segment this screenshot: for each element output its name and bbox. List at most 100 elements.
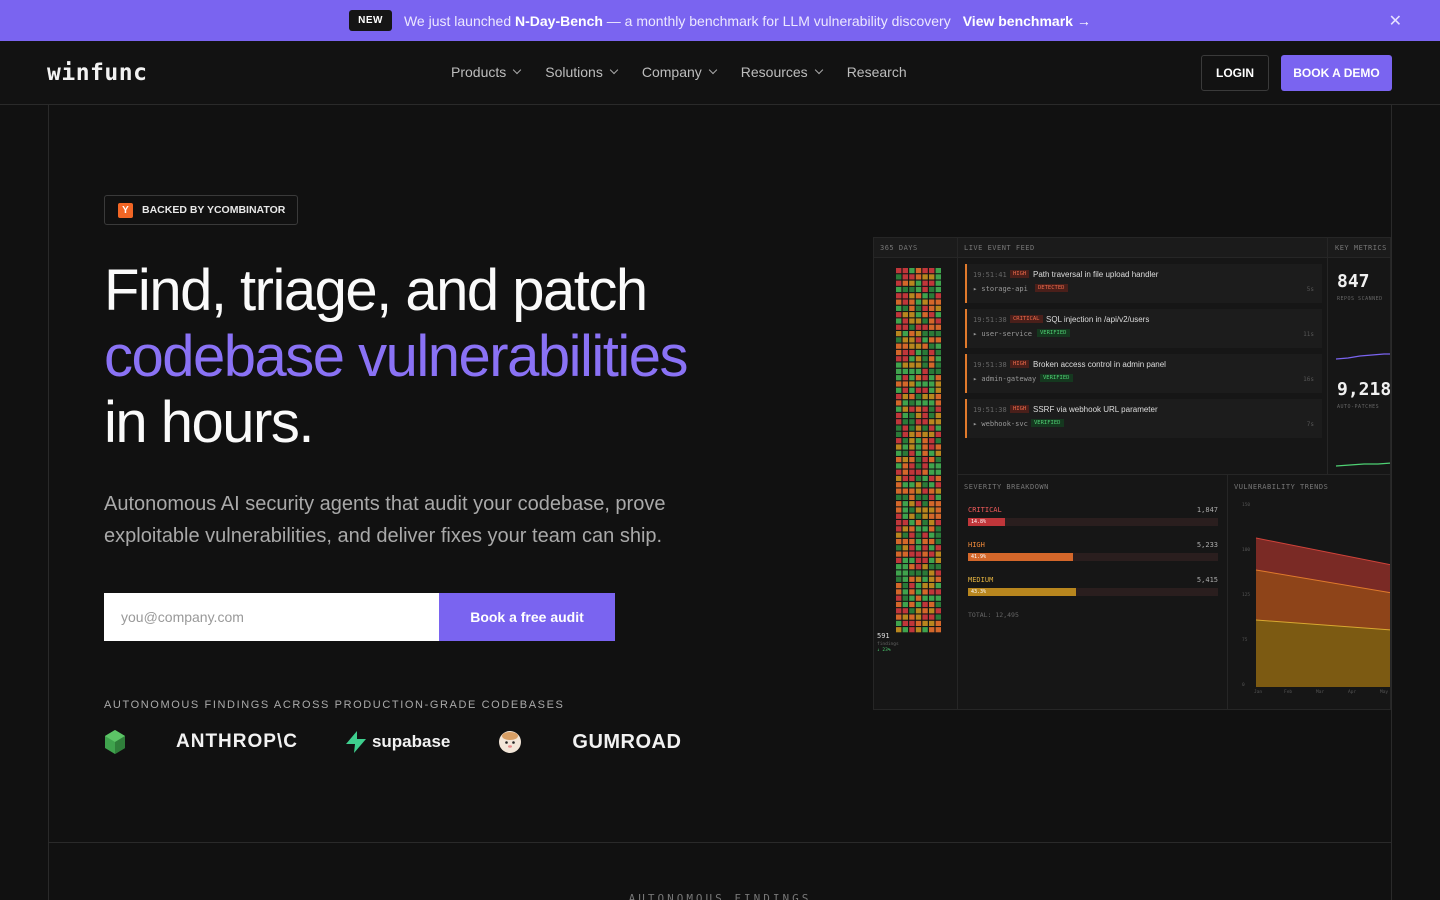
nav-company-label: Company [641,64,702,80]
heatmap-cell [935,412,941,419]
heatmap-cell [896,513,902,519]
book-demo-button[interactable]: BOOK A DEMO [1281,55,1392,91]
heatmap-cell [909,583,915,589]
severity-high-label: HIGH [968,541,985,549]
event-service: ▸ webhook-svc [973,420,1028,428]
heatmap-cell [902,463,908,469]
announcement-suffix: — a monthly benchmark for LLM vulnerabil… [602,12,951,29]
heatmap-cell [909,595,915,601]
heatmap-cell [915,312,922,318]
heatmap-cell [922,583,928,589]
severity-critical-bar: 14.8% [968,518,1005,526]
heatmap-cell [909,457,915,463]
heatmap-cell [896,482,902,488]
heatmap-cell [902,507,908,513]
view-benchmark-link[interactable]: View benchmark → [963,13,1091,29]
heatmap-cell [922,362,928,368]
heatmap-cell [935,356,941,362]
heatmap-cell [922,331,928,337]
heatmap-cell [896,526,902,532]
heatmap-cell [909,601,915,608]
book-free-audit-button[interactable]: Book a free audit [439,593,615,641]
heatmap-cell [902,557,908,563]
supabase-wordmark: supabase [371,732,451,751]
heatmap-cell [935,614,941,620]
event-item[interactable]: 19:51:38 HIGH Broken access control in a… [965,354,1322,393]
severity-medium-label: MEDIUM [968,576,994,584]
event-status: VERIFIED [1040,374,1073,382]
nav-resources[interactable]: Resources [741,64,823,80]
heatmap-cell [935,444,941,450]
heatmap-cell [902,331,908,337]
heatmap-cell [935,608,941,614]
close-icon[interactable]: ✕ [1389,11,1402,31]
heatmap-cell [909,268,915,274]
heatmap-cell [929,406,935,412]
trends-xtick: Feb [1284,689,1292,695]
event-service: ▸ user-service [973,330,1033,338]
heatmap-cell [909,362,915,368]
heatmap-cell [902,349,908,356]
heatmap-cell [909,312,915,318]
nav-research[interactable]: Research [847,64,907,80]
heatmap-cell [902,551,908,557]
heatmap-cell [935,419,941,425]
site-header: winfunc Products Solutions Company Resou… [0,41,1440,105]
heatmap-cell [915,457,922,463]
heatmap-cell [896,501,902,507]
heatmap-cell [896,312,902,318]
heatmap-cell [935,280,941,286]
heatmap-cell [922,286,928,293]
winfunc-logo[interactable]: winfunc [47,60,147,86]
heatmap-cell [922,343,928,349]
view-benchmark-label: View benchmark [962,12,1073,29]
heatmap-cell [909,482,915,488]
heatmap-cell [922,368,928,374]
heatmap-cell [922,494,928,500]
heatmap-cell [902,280,908,286]
heatmap-cell [935,343,941,349]
heatmap-cell [896,444,902,450]
heatmap-cell [909,286,915,293]
vulnerability-trends-panel: VULNERABILITY TRENDS 150 100 125 75 0 Ja… [1228,474,1390,709]
heatmap-cell [929,570,935,576]
heatmap-cell [915,620,922,626]
heatmap-cell [915,331,922,337]
nav-company[interactable]: Company [641,64,718,80]
heatmap-cell [896,412,902,419]
severity-medium-track: 43.3% [968,588,1218,596]
severity-medium-pct: 43.3% [971,589,987,595]
trends-xtick: Mar [1316,689,1324,695]
heatmap-cell [922,627,928,633]
event-item[interactable]: 19:51:38 HIGH SSRF via webhook URL param… [965,399,1322,438]
heatmap-cell [902,318,908,324]
heatmap-cell [915,362,922,368]
heatmap-cell [896,538,902,545]
heatmap-cell [902,570,908,576]
nav-research-label: Research [846,64,907,80]
heatmap-cell [935,601,941,608]
email-input[interactable]: you@company.com [104,593,439,641]
heatmap-cell [909,614,915,620]
login-button[interactable]: LOGIN [1201,55,1269,91]
heatmap-cell [896,595,902,601]
heatmap-cell [935,482,941,488]
heatmap-cell [915,475,922,482]
heatmap-cell [896,324,902,330]
heatmap-cell [902,425,908,431]
event-item[interactable]: 19:51:38 CRITICAL SQL injection in /api/… [965,309,1322,348]
event-item[interactable]: 19:51:41 HIGH Path traversal in file upl… [965,264,1322,303]
nav-products[interactable]: Products [451,64,522,80]
severity-tag: HIGH [1010,405,1030,413]
heatmap-cell [909,375,915,381]
nav-solutions[interactable]: Solutions [545,64,619,80]
heatmap-cell [902,394,908,400]
heatmap-cell [902,412,908,419]
severity-high-pct: 41.9% [971,554,987,560]
vulnerability-heatmap [896,268,941,633]
heatmap-cell [929,520,935,526]
new-badge: NEW [349,10,392,31]
severity-tag: CRITICAL [1010,315,1043,323]
customer-logos: ANTHROP\C supabase GUMROAD [104,728,681,756]
event-age: 7s [1306,421,1314,428]
